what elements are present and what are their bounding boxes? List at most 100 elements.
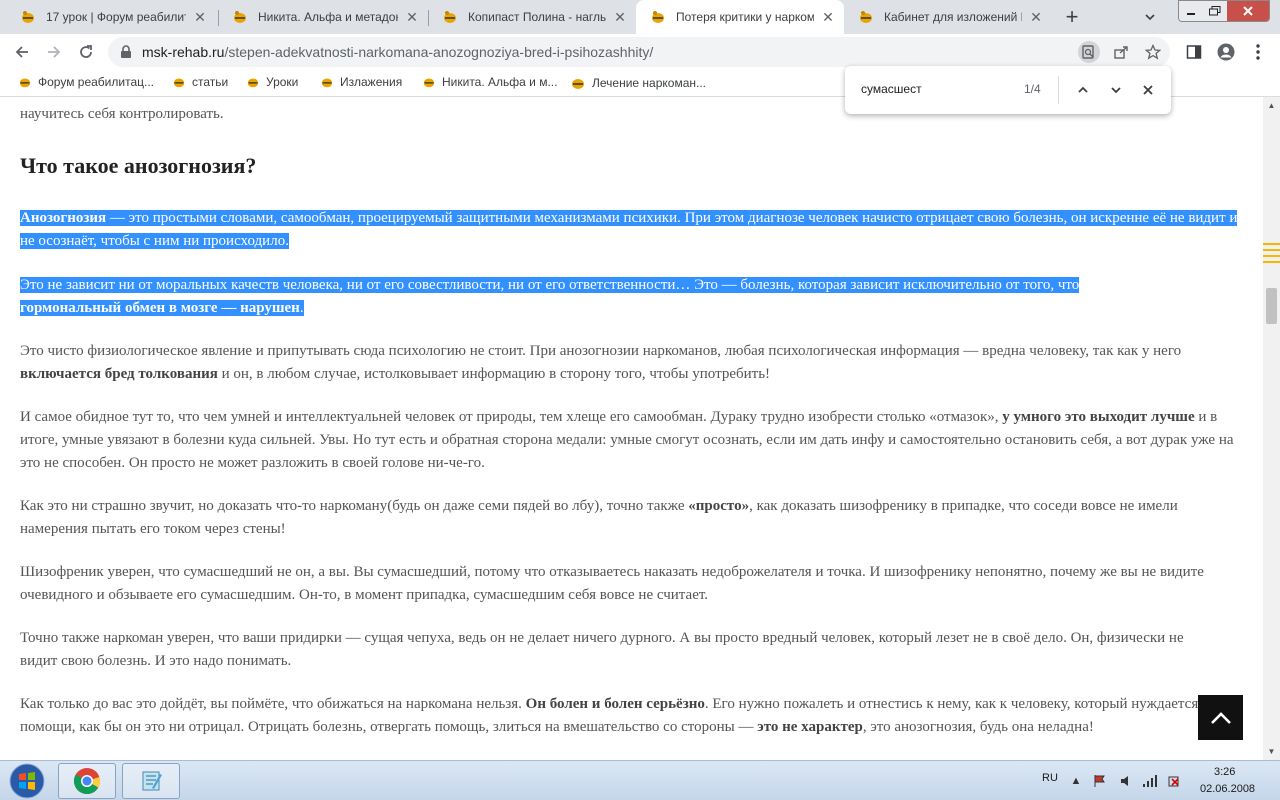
tab-title: Кабинет для изложений Н (884, 10, 1022, 24)
profile-button[interactable] (1216, 42, 1236, 62)
clock-date[interactable]: 02.06.2008 (1200, 783, 1255, 795)
tab-title: Копипаст Полина - наглы (468, 10, 606, 24)
find-next-button[interactable] (1106, 80, 1126, 100)
close-tab-icon[interactable]: ✕ (192, 9, 208, 25)
signal-bars-icon (1143, 775, 1157, 787)
bookmark-lessons[interactable]: Уроки (246, 75, 298, 89)
find-input[interactable]: сумасшест (861, 82, 922, 96)
chevron-down-icon (1111, 87, 1121, 94)
site-favicon-icon (321, 78, 333, 88)
tab-nikita-alpha[interactable]: Никита. Альфа и метадон. ✕ (218, 0, 428, 34)
site-favicon-icon (19, 78, 31, 88)
tab-loss-of-criticism[interactable]: Потеря критики у нарком ✕ (636, 0, 844, 34)
action-center-icon[interactable] (1092, 773, 1108, 789)
text-run: — это простыми словами, самообман, проец… (20, 210, 1238, 249)
tab-cabinet-expositions[interactable]: Кабинет для изложений Н ✕ (844, 0, 1052, 34)
close-tab-icon[interactable]: ✕ (820, 9, 836, 25)
url-path: /stepen-adekvatnosti-narkomana-anozognoz… (224, 44, 654, 60)
site-favicon-icon (860, 11, 872, 23)
flag-alert-icon (1094, 775, 1105, 787)
close-window-button[interactable] (1227, 1, 1269, 21)
power-icon[interactable] (1166, 773, 1182, 789)
restore-icon (1209, 6, 1221, 16)
bookmark-nikita[interactable]: Никита. Альфа и м... (422, 75, 557, 89)
url-text: msk-rehab.ru/stepen-adekvatnosti-narkoma… (142, 44, 653, 60)
scroll-down-arrow-icon[interactable]: ▼ (1263, 743, 1280, 760)
back-to-top-button[interactable] (1198, 695, 1243, 740)
find-in-page-icon[interactable] (1078, 41, 1100, 63)
article-paragraph-selected: Анозогнозия — это простыми словами, само… (20, 207, 1245, 253)
bookmark-star-button[interactable] (1142, 41, 1164, 63)
windows-logo-icon (9, 763, 45, 799)
find-close-button[interactable] (1138, 80, 1158, 100)
site-favicon-icon (652, 11, 664, 23)
find-bar: сумасшест 1/4 (845, 66, 1171, 114)
minimize-icon (1187, 13, 1195, 15)
bold-term: у умного это выходит лучше (1002, 409, 1195, 425)
chevron-down-icon (1145, 14, 1155, 21)
taskbar-chrome[interactable] (58, 763, 116, 799)
taskbar-notepad[interactable] (122, 763, 180, 799)
bold-term: «просто» (688, 498, 750, 514)
page-content: научитесь себя контролировать. Что такое… (0, 97, 1263, 760)
text-run: И самое обидное тут то, что чем умней и … (20, 409, 1003, 425)
scroll-up-arrow-icon[interactable]: ▲ (1263, 97, 1280, 114)
bookmark-label: Никита. Альфа и м... (442, 75, 558, 89)
close-tab-icon[interactable]: ✕ (404, 9, 420, 25)
address-bar[interactable]: msk-rehab.ru/stepen-adekvatnosti-narkoma… (108, 37, 1170, 67)
tab-search-button[interactable] (1138, 5, 1162, 29)
close-tab-icon[interactable]: ✕ (1028, 9, 1044, 25)
site-favicon-icon (572, 79, 584, 89)
share-button[interactable] (1110, 41, 1132, 63)
new-tab-button[interactable]: + (1058, 4, 1086, 30)
site-favicon-icon (247, 78, 259, 88)
find-match-marker (1263, 249, 1280, 251)
scrollbar-thumb[interactable] (1266, 288, 1277, 324)
reload-button[interactable] (72, 38, 100, 66)
maximize-button[interactable] (1203, 1, 1227, 21)
bookmark-treatment[interactable]: Лечение наркоман... (570, 75, 706, 91)
find-match-marker (1263, 255, 1280, 257)
close-icon (1243, 6, 1253, 16)
show-hidden-icons-button[interactable]: ▲ (1068, 773, 1084, 789)
page-scrollbar[interactable]: ▲ ▼ (1263, 97, 1280, 760)
search-page-icon (1082, 45, 1094, 59)
back-button[interactable] (8, 38, 36, 66)
language-indicator[interactable]: RU (1042, 772, 1058, 784)
text-run: . (299, 300, 304, 316)
find-match-count: 1/4 (1024, 82, 1041, 96)
clock-time[interactable]: 3:26 (1214, 766, 1235, 778)
star-icon (1145, 44, 1161, 60)
menu-button[interactable] (1248, 42, 1268, 62)
article-paragraph: Как это ни страшно звучит, но доказать ч… (20, 495, 1245, 541)
tab-copypaste-polina[interactable]: Копипаст Полина - наглы ✕ (428, 0, 636, 34)
text-run: и он, в любом случае, истолковывает инфо… (217, 366, 771, 382)
bold-term: это не характер (757, 719, 863, 735)
find-divider (1058, 76, 1059, 104)
notepad-icon (142, 771, 162, 791)
lock-icon (121, 45, 131, 58)
site-favicon-icon (173, 78, 185, 88)
bold-term: Анозогнозия (20, 210, 107, 226)
forward-button[interactable] (40, 38, 68, 66)
speaker-icon (1121, 776, 1128, 786)
volume-icon[interactable] (1118, 773, 1134, 789)
bookmark-label: статьи (192, 75, 229, 89)
tab-forum-lesson[interactable]: 17 урок | Форум реабилит ✕ (6, 0, 216, 34)
find-match-marker (1263, 261, 1280, 263)
start-button[interactable] (4, 762, 50, 800)
close-tab-icon[interactable]: ✕ (612, 9, 628, 25)
bookmark-label: Форум реабилитац... (38, 75, 154, 89)
reload-icon (80, 45, 92, 58)
account-icon (1217, 43, 1235, 61)
bookmark-articles[interactable]: статьи (172, 75, 228, 89)
side-panel-button[interactable] (1184, 42, 1204, 62)
minimize-button[interactable] (1179, 1, 1203, 21)
article-paragraph: Точно также наркоман уверен, что ваши пр… (20, 630, 1184, 669)
bookmark-expositions[interactable]: Излажения (320, 75, 402, 89)
find-previous-button[interactable] (1073, 80, 1093, 100)
bookmark-forum[interactable]: Форум реабилитац... (18, 75, 154, 89)
text-run: Это не зависит ни от моральных качеств ч… (20, 277, 1080, 293)
network-icon[interactable] (1142, 773, 1158, 789)
bookmark-label: Излажения (340, 75, 403, 89)
